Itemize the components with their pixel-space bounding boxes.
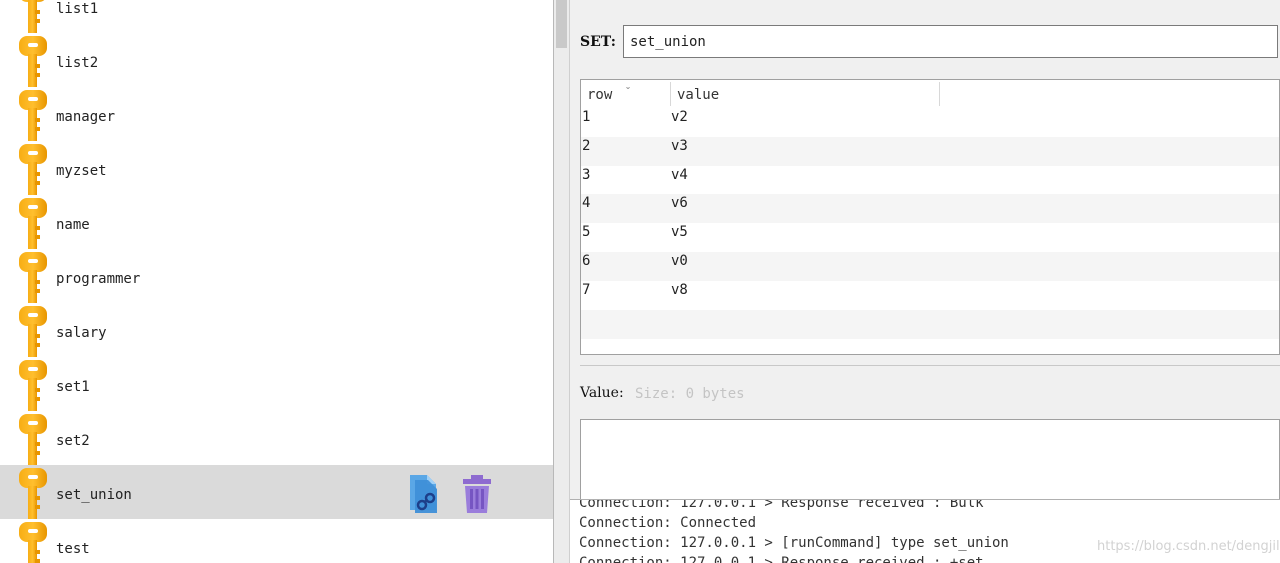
log-line: Connection: 127.0.0.1 > Response receive… [579,499,984,511]
scrollbar-thumb[interactable] [556,0,567,48]
value-size-hint: Size: 0 bytes [635,386,745,402]
log-line: Connection: 127.0.0.1 > Response receive… [579,555,984,563]
cell-value: v6 [671,195,688,212]
table-row[interactable]: 4 v6 [581,194,1279,224]
cell-row-number: 1 [582,109,591,125]
key-tree-item[interactable]: set2 [0,411,553,465]
cell-value: v4 [671,166,688,183]
set-editor-panel: SET: row ˘ value 1 v2 2 v3 3 v4 4 v6 5 v5 6 v0 7 v8 V… [570,0,1280,563]
key-label: set1 [56,379,90,395]
panel-splitter[interactable] [553,0,570,563]
cell-row-number: 2 [582,137,591,154]
column-row-label: row [587,87,613,103]
key-tree-item[interactable]: programmer [0,249,553,303]
key-label: set2 [56,433,90,449]
cell-value: v2 [671,109,688,125]
copy-link-icon[interactable] [407,474,441,514]
column-header-value[interactable]: value [671,80,939,108]
log-line: Connection: Connected [579,515,757,531]
key-tree-item[interactable]: name [0,195,553,249]
key-icon [18,87,48,143]
key-tree-item[interactable]: set_union [0,465,553,519]
column-header-row[interactable]: row ˘ [581,80,671,108]
table-row[interactable]: 6 v0 [581,252,1279,281]
key-icon [18,33,48,89]
cell-value: v8 [671,281,688,298]
cell-row-number: 3 [582,166,591,183]
value-label: Value: [580,385,624,401]
cell-row-number: 6 [582,253,591,269]
cell-row-number: 4 [582,195,591,212]
table-row[interactable] [581,309,1279,339]
key-tree-item[interactable]: list1 [0,0,553,33]
sort-indicator-icon: ˘ [625,87,632,98]
key-tree-item[interactable]: list2 [0,33,553,87]
table-header: row ˘ value [581,80,1279,108]
set-values-table[interactable]: row ˘ value 1 v2 2 v3 3 v4 4 v6 5 v5 6 v0 7 v8 [580,79,1280,355]
key-icon [18,411,48,467]
watermark: https://blog.csdn.net/dengjili [1097,539,1280,554]
table-row[interactable]: 3 v4 [581,166,1279,195]
key-tree-item[interactable]: salary [0,303,553,357]
key-icon [18,141,48,197]
key-label: myzset [56,163,107,179]
cell-row-number: 5 [582,224,591,241]
key-tree-item[interactable]: test [0,519,553,563]
trash-icon[interactable] [460,474,494,514]
key-label: list2 [56,55,99,71]
cell-value: v3 [671,137,688,154]
key-label: salary [56,325,107,341]
log-line: Connection: 127.0.0.1 > [runCommand] typ… [579,535,1009,551]
key-tree-panel: list1 list2 manager myzset name programmer sal… [0,0,553,563]
key-label: programmer [56,271,141,287]
key-icon [18,519,48,563]
key-label: name [56,217,90,233]
set-label: SET: [580,34,616,50]
table-row[interactable]: 7 v8 [581,281,1279,310]
set-key-input[interactable] [623,25,1278,58]
key-label: list1 [56,1,99,17]
cell-value: v0 [671,253,688,269]
key-tree-item[interactable]: manager [0,87,553,141]
value-editor[interactable] [580,419,1280,499]
key-tree-item[interactable]: myzset [0,141,553,195]
key-label: set_union [56,487,132,503]
key-icon [18,0,48,35]
key-icon [18,249,48,305]
key-icon [18,195,48,251]
key-tree-item[interactable]: set1 [0,357,553,411]
panel-divider[interactable] [580,365,1280,366]
column-divider[interactable] [939,82,940,106]
table-row[interactable]: 2 v3 [581,136,1279,166]
key-icon [18,303,48,359]
cell-row-number: 7 [582,281,591,298]
key-label: test [56,541,90,557]
cell-value: v5 [671,224,688,241]
key-label: manager [56,109,116,125]
table-row[interactable]: 1 v2 [581,108,1279,137]
key-icon [18,465,48,521]
key-icon [18,357,48,413]
table-row[interactable]: 5 v5 [581,223,1279,252]
